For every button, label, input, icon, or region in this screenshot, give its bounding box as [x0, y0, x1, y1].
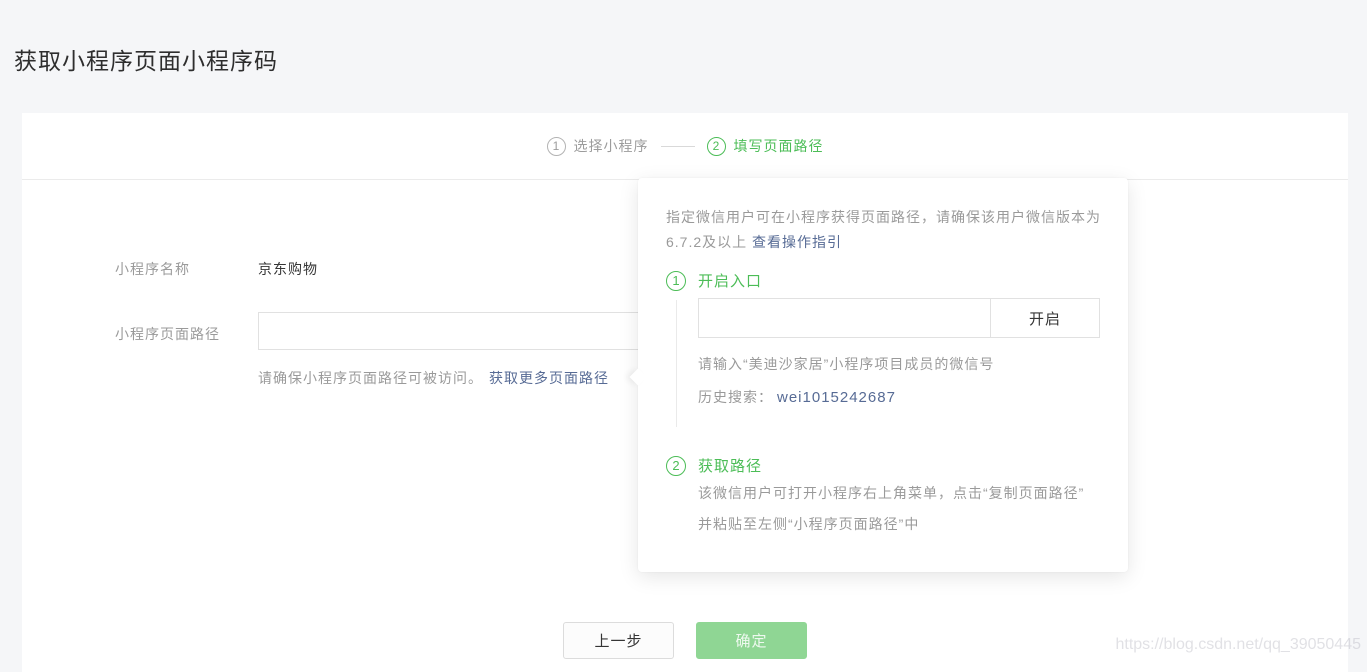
popover-step2-title: 获取路径: [698, 455, 762, 476]
popover-step2-desc-line2: 并粘贴至左侧“小程序页面路径”中: [698, 509, 1108, 540]
stepper-step-select-miniprogram: 1 选择小程序: [547, 136, 649, 156]
step2-circle-icon: 2: [707, 137, 726, 156]
confirm-button[interactable]: 确定: [696, 622, 807, 659]
page-path-label: 小程序页面路径: [115, 324, 220, 344]
stepper-step-fill-page-path: 2 填写页面路径: [707, 136, 824, 156]
page-path-hint: 请确保小程序页面路径可被访问。获取更多页面路径: [258, 368, 609, 388]
previous-step-button[interactable]: 上一步: [563, 622, 674, 659]
stepper-connector: [661, 146, 695, 147]
enable-button[interactable]: 开启: [990, 298, 1100, 338]
view-guide-link[interactable]: 查看操作指引: [752, 234, 842, 250]
step1-circle-icon: 1: [547, 137, 566, 156]
search-history-value-link[interactable]: wei1015242687: [777, 389, 896, 406]
page-title: 获取小程序页面小程序码: [14, 42, 278, 76]
popover-step2-header: 2 获取路径: [666, 455, 762, 476]
get-more-paths-link[interactable]: 获取更多页面路径: [489, 370, 609, 386]
popover-step2-circle-icon: 2: [666, 456, 686, 476]
miniprogram-name-value: 京东购物: [258, 259, 318, 279]
wechat-id-input[interactable]: [698, 298, 991, 338]
popover-step1-title: 开启入口: [698, 270, 762, 291]
stepper: 1 选择小程序 2 填写页面路径: [22, 113, 1348, 180]
footer-actions: 上一步 确定: [22, 622, 1348, 659]
wechat-id-input-row: 开启: [698, 298, 1100, 338]
popover-intro-text: 指定微信用户可在小程序获得页面路径，请确保该用户微信版本为6.7.2及以上: [666, 209, 1101, 250]
popover-step1-header: 1 开启入口: [666, 270, 762, 291]
popover-step1-circle-icon: 1: [666, 271, 686, 291]
miniprogram-name-label: 小程序名称: [115, 259, 190, 279]
page-path-input[interactable]: [258, 312, 699, 350]
popover-step2-desc-line1: 该微信用户可打开小程序右上角菜单，点击“复制页面路径”: [698, 478, 1108, 509]
popover-step1-guide-line: [676, 300, 677, 427]
path-helper-popover: 指定微信用户可在小程序获得页面路径，请确保该用户微信版本为6.7.2及以上 查看…: [638, 178, 1128, 572]
step2-label: 填写页面路径: [734, 136, 824, 156]
popover-intro: 指定微信用户可在小程序获得页面路径，请确保该用户微信版本为6.7.2及以上 查看…: [666, 205, 1104, 255]
search-history-row: 历史搜索：wei1015242687: [698, 387, 896, 407]
step1-label: 选择小程序: [574, 136, 649, 156]
wechat-id-hint: 请输入“美迪沙家居”小程序项目成员的微信号: [698, 354, 994, 374]
page-path-hint-text: 请确保小程序页面路径可被访问。: [258, 370, 483, 386]
search-history-label: 历史搜索：: [698, 389, 773, 405]
popover-step2-description: 该微信用户可打开小程序右上角菜单，点击“复制页面路径” 并粘贴至左侧“小程序页面…: [698, 478, 1108, 540]
